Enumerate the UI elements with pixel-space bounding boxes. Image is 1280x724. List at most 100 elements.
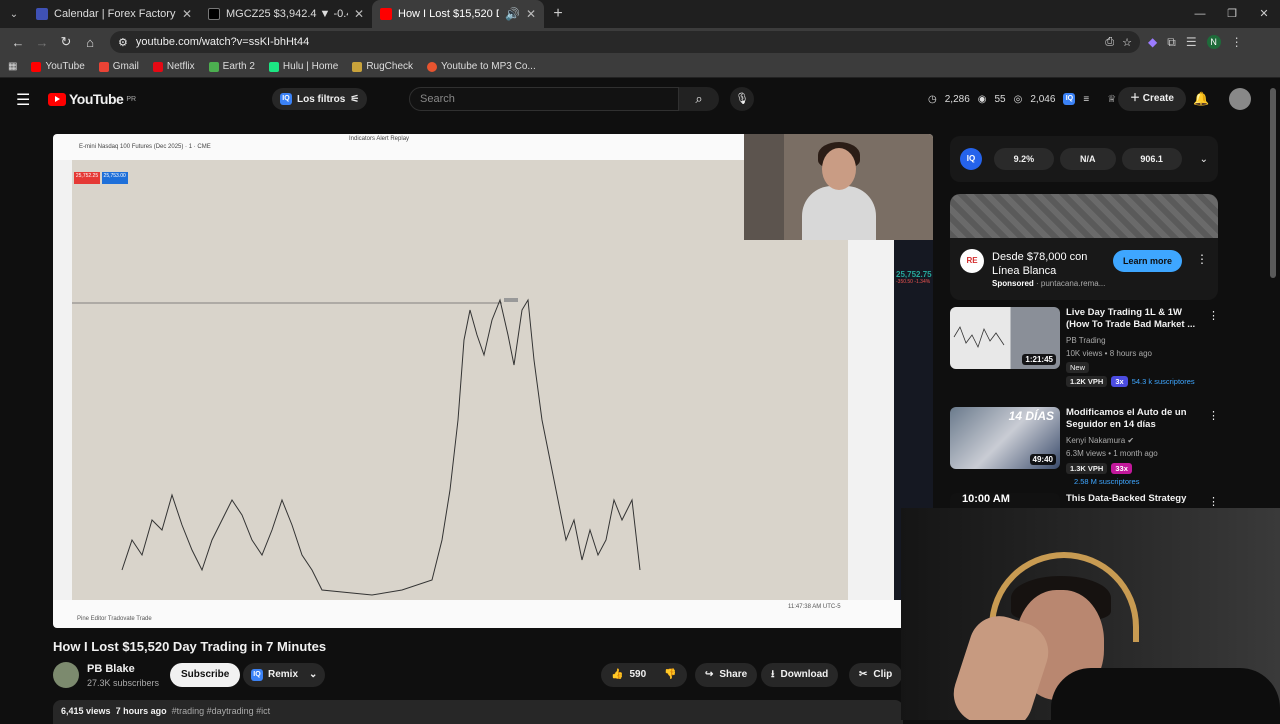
hashtags[interactable]: #trading #daytrading #ict bbox=[172, 706, 271, 716]
channel-avatar[interactable] bbox=[53, 662, 79, 688]
download-button[interactable]: ⭳ Download bbox=[761, 663, 839, 687]
channel-name[interactable]: PB Blake bbox=[87, 663, 135, 675]
video-thumbnail[interactable]: 1:21:45 bbox=[950, 307, 1060, 369]
download-icon: ⭳ bbox=[771, 669, 775, 680]
dislike-icon[interactable]: 👎 bbox=[664, 663, 676, 687]
thumb-icon: ◉ bbox=[977, 93, 987, 105]
learn-more-button[interactable]: Learn more bbox=[1113, 250, 1183, 272]
bookmarks-bar: ▦ YouTube Gmail Netflix Earth 2 Hulu | H… bbox=[0, 56, 1280, 78]
chart-bottom-bar: Pine Editor Tradovate Trade 11:47:38 AM … bbox=[53, 600, 933, 628]
recommended-video-2[interactable]: 14 DÍAS 49:40 Modificamos el Auto de un … bbox=[950, 407, 1219, 497]
video-thumbnail[interactable]: 14 DÍAS 49:40 bbox=[950, 407, 1060, 469]
share-button[interactable]: ↪ Share bbox=[695, 663, 758, 687]
sponsored-label: Sponsored bbox=[992, 279, 1034, 288]
page-scrollbar[interactable] bbox=[1270, 88, 1276, 278]
video-channel[interactable]: PB Trading bbox=[1066, 336, 1106, 345]
subscribe-button[interactable]: Subscribe bbox=[170, 663, 241, 687]
clip-label: Clip bbox=[873, 669, 893, 680]
trophy-icon[interactable]: ♕ bbox=[1107, 94, 1116, 105]
channel-row: PB Blake 27.3K subscribers Subscribe IQ … bbox=[53, 661, 903, 691]
back-icon[interactable]: ← bbox=[6, 35, 30, 50]
video-title[interactable]: Live Day Trading 1L & 1W (How To Trade B… bbox=[1066, 307, 1201, 331]
voice-search-button[interactable]: 🎙 bbox=[730, 87, 754, 111]
gmail-icon bbox=[98, 61, 109, 72]
notifications-bell-icon[interactable]: 🔔 bbox=[1193, 91, 1209, 107]
scissors-icon: ✂ bbox=[859, 669, 868, 680]
audio-playing-icon[interactable]: 🔊 bbox=[505, 7, 520, 21]
iq-logo-icon: IQ bbox=[960, 148, 982, 170]
bookmark-star-icon[interactable]: ☆ bbox=[1122, 36, 1132, 49]
bookmark-rugcheck[interactable]: RugCheck bbox=[352, 61, 413, 72]
tab-forex-factory[interactable]: Calendar | Forex Factory ✕ bbox=[28, 0, 200, 28]
description-box[interactable]: 6,415 views 7 hours ago #trading #daytra… bbox=[53, 700, 903, 724]
close-window-icon[interactable]: ✕ bbox=[1248, 0, 1280, 28]
video-title[interactable]: Modificamos el Auto de un Seguidor en 14… bbox=[1066, 407, 1201, 431]
clock-icon: ◷ bbox=[928, 93, 937, 105]
bookmark-label: RugCheck bbox=[366, 61, 414, 72]
reload-icon[interactable]: ↻ bbox=[54, 34, 78, 50]
minimize-icon[interactable]: — bbox=[1184, 0, 1216, 28]
candlestick-chart bbox=[72, 298, 641, 596]
search-button[interactable]: ⌕ bbox=[679, 87, 719, 111]
chrome-menu-icon[interactable]: ⋮ bbox=[1231, 35, 1243, 49]
bookmark-earth2[interactable]: Earth 2 bbox=[208, 61, 255, 72]
close-tab-icon[interactable]: ✕ bbox=[354, 7, 364, 21]
multiplier-badge: 3x bbox=[1111, 376, 1128, 387]
list-icon[interactable]: ≡ bbox=[1083, 94, 1089, 105]
price-marker bbox=[504, 298, 518, 302]
more-options-icon[interactable]: ⋮ bbox=[1208, 409, 1219, 422]
forward-icon[interactable]: → bbox=[30, 35, 54, 50]
clip-button[interactable]: ✂ Clip bbox=[849, 663, 903, 687]
tab-search-button[interactable]: ⌄ bbox=[0, 0, 28, 28]
extensions-puzzle-icon[interactable]: ⧉ bbox=[1167, 35, 1176, 50]
youtube-play-icon bbox=[48, 92, 66, 106]
home-icon[interactable]: ⌂ bbox=[78, 35, 102, 50]
filters-button[interactable]: IQ Los filtros ⚟ bbox=[272, 88, 368, 110]
video-player[interactable]: Indicators Alert Replay E-mini Nasdaq 10… bbox=[53, 134, 933, 628]
account-avatar[interactable] bbox=[1229, 88, 1251, 110]
close-tab-icon[interactable]: ✕ bbox=[182, 7, 192, 21]
search-input[interactable]: Search bbox=[409, 87, 679, 111]
subs-row: 2.58 M suscriptores bbox=[1074, 477, 1139, 486]
site-info-icon[interactable]: ⚙ bbox=[118, 36, 128, 49]
youtube-logo[interactable]: YouTube PR bbox=[48, 91, 136, 107]
sponsored-ad[interactable]: RE Desde $78,000 con Línea Blanca Sponso… bbox=[950, 194, 1218, 300]
recommended-video-1[interactable]: 1:21:45 Live Day Trading 1L & 1W (How To… bbox=[950, 307, 1219, 397]
video-thumbnail[interactable]: 10:00 AM bbox=[950, 493, 1060, 508]
new-tab-button[interactable]: + bbox=[544, 5, 572, 23]
bookmark-label: Youtube to MP3 Co... bbox=[441, 61, 536, 72]
bookmark-youtube[interactable]: YouTube bbox=[31, 61, 85, 72]
url-field[interactable]: ⚙ youtube.com/watch?v=ssKI-bhHt44 ⎙ ☆ bbox=[110, 31, 1140, 53]
video-channel[interactable]: Kenyi Nakamura ✔ bbox=[1066, 436, 1134, 445]
reading-list-icon[interactable]: ☰ bbox=[1186, 35, 1197, 49]
recommended-video-3[interactable]: 10:00 AM This Data-Backed Strategy ⋮ bbox=[950, 493, 1218, 508]
more-options-icon[interactable]: ⋮ bbox=[1208, 495, 1218, 508]
profile-avatar[interactable]: N bbox=[1206, 35, 1221, 49]
video-title[interactable]: This Data-Backed Strategy bbox=[1066, 493, 1201, 505]
tab-mgcz25[interactable]: MGCZ25 $3,942.4 ▼ -0.46% ✕ bbox=[200, 0, 372, 28]
like-icon[interactable]: 👍 bbox=[611, 663, 623, 687]
chevron-down-icon[interactable]: ⌄ bbox=[1200, 154, 1208, 165]
bookmark-yt-mp3[interactable]: Youtube to MP3 Co... bbox=[427, 61, 536, 72]
create-label: Create bbox=[1142, 93, 1174, 104]
youtube-favicon-icon bbox=[380, 8, 392, 20]
iq-icon[interactable]: IQ bbox=[1063, 93, 1076, 105]
ad-domain: puntacana.rema... bbox=[1040, 279, 1106, 288]
video-meta: 10K views • 8 hours ago bbox=[1066, 349, 1152, 358]
tab-title: How I Lost $15,520 Day Tra bbox=[398, 8, 499, 20]
restore-icon[interactable]: ❐ bbox=[1216, 0, 1248, 28]
install-app-icon[interactable]: ⎙ bbox=[1105, 36, 1114, 49]
create-button[interactable]: ＋ Create bbox=[1118, 87, 1186, 111]
bookmark-netflix[interactable]: Netflix bbox=[152, 61, 195, 72]
like-dislike-button[interactable]: 👍 590 👎 bbox=[601, 663, 687, 687]
extension-icon[interactable]: ◆ bbox=[1148, 35, 1157, 49]
bookmark-hulu[interactable]: Hulu | Home bbox=[268, 61, 338, 72]
close-tab-icon[interactable]: ✕ bbox=[526, 7, 536, 21]
more-options-icon[interactable]: ⋮ bbox=[1208, 309, 1219, 322]
hamburger-menu-icon[interactable]: ☰ bbox=[16, 90, 30, 110]
tab-youtube-video[interactable]: How I Lost $15,520 Day Tra 🔊 ✕ bbox=[372, 0, 544, 28]
remix-button[interactable]: IQ Remix ⌄ bbox=[243, 663, 326, 687]
more-options-icon[interactable]: ⋮ bbox=[1196, 252, 1208, 266]
apps-grid-icon[interactable]: ▦ bbox=[8, 61, 17, 72]
bookmark-gmail[interactable]: Gmail bbox=[98, 61, 139, 72]
